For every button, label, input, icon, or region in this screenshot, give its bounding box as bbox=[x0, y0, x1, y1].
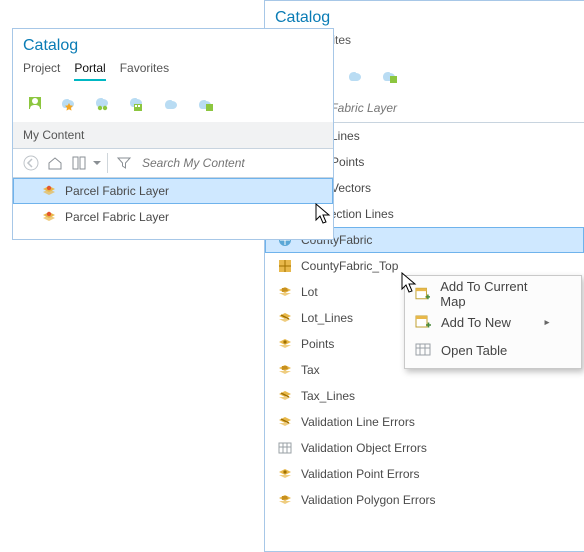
org-cloud-icon[interactable] bbox=[125, 91, 149, 118]
content-section-label: My Content bbox=[13, 122, 333, 148]
menu-label: Open Table bbox=[441, 343, 507, 358]
all-portal-icon[interactable] bbox=[343, 63, 367, 90]
catalog-panel-a: Catalog Project Portal Favorites My Cont… bbox=[12, 28, 334, 240]
list-item[interactable]: Parcel Fabric Layer bbox=[13, 178, 333, 204]
item-label: Validation Object Errors bbox=[301, 441, 427, 455]
panel-title: Catalog bbox=[13, 29, 333, 57]
groups-cloud-icon[interactable] bbox=[91, 91, 115, 118]
item-label: Parcel Fabric Layer bbox=[65, 184, 169, 198]
item-label: Lot_Lines bbox=[301, 311, 353, 325]
filter-icon[interactable] bbox=[112, 151, 136, 175]
living-atlas-icon[interactable] bbox=[193, 91, 217, 118]
item-label: Tax bbox=[301, 363, 320, 377]
context-menu-item[interactable]: Add To Current Map bbox=[405, 280, 581, 308]
item-label: Points bbox=[301, 337, 334, 351]
tree-item[interactable]: Validation Line Errors bbox=[265, 409, 584, 435]
home-icon[interactable] bbox=[43, 151, 67, 175]
dropdown-icon[interactable] bbox=[91, 151, 103, 175]
tree-item[interactable]: Validation Object Errors bbox=[265, 435, 584, 461]
item-label: Validation Point Errors bbox=[301, 467, 420, 481]
separator bbox=[107, 153, 108, 173]
tabs: Project Portal Favorites bbox=[13, 57, 333, 87]
tab-portal[interactable]: Portal bbox=[74, 61, 105, 81]
submenu-arrow-icon: ▸ bbox=[543, 315, 551, 330]
tree-item[interactable]: Validation Point Errors bbox=[265, 461, 584, 487]
item-label: CountyFabric_Top bbox=[301, 259, 398, 273]
panel-title: Catalog bbox=[265, 1, 584, 29]
list-item[interactable]: Parcel Fabric Layer bbox=[13, 204, 333, 230]
tree-item[interactable]: Validation Polygon Errors bbox=[265, 487, 584, 513]
context-menu: Add To Current Map Add To New ▸ Open Table bbox=[404, 275, 582, 369]
toolbar bbox=[13, 148, 333, 178]
tab-favorites[interactable]: Favorites bbox=[120, 61, 169, 81]
all-portal-icon[interactable] bbox=[159, 91, 183, 118]
menu-label: Add To New bbox=[441, 315, 511, 330]
item-label: Validation Polygon Errors bbox=[301, 493, 436, 507]
menu-label: Add To Current Map bbox=[440, 279, 551, 309]
portal-icon-row bbox=[13, 87, 333, 122]
my-content-icon[interactable] bbox=[23, 91, 47, 118]
context-menu-item[interactable]: Open Table bbox=[405, 336, 581, 364]
content-list: Parcel Fabric Layer Parcel Fabric Layer bbox=[13, 178, 333, 230]
living-atlas-icon[interactable] bbox=[377, 63, 401, 90]
item-label: Tax_Lines bbox=[301, 389, 355, 403]
item-label: Parcel Fabric Layer bbox=[65, 210, 169, 224]
context-menu-item[interactable]: Add To New ▸ bbox=[405, 308, 581, 336]
favorites-cloud-icon[interactable] bbox=[57, 91, 81, 118]
back-icon[interactable] bbox=[19, 151, 43, 175]
item-label: Lot bbox=[301, 285, 318, 299]
search-input[interactable] bbox=[136, 155, 327, 171]
view-toggle-icon[interactable] bbox=[67, 151, 91, 175]
tree-item[interactable]: Tax_Lines bbox=[265, 383, 584, 409]
tab-project[interactable]: Project bbox=[23, 61, 60, 81]
item-label: Validation Line Errors bbox=[301, 415, 415, 429]
